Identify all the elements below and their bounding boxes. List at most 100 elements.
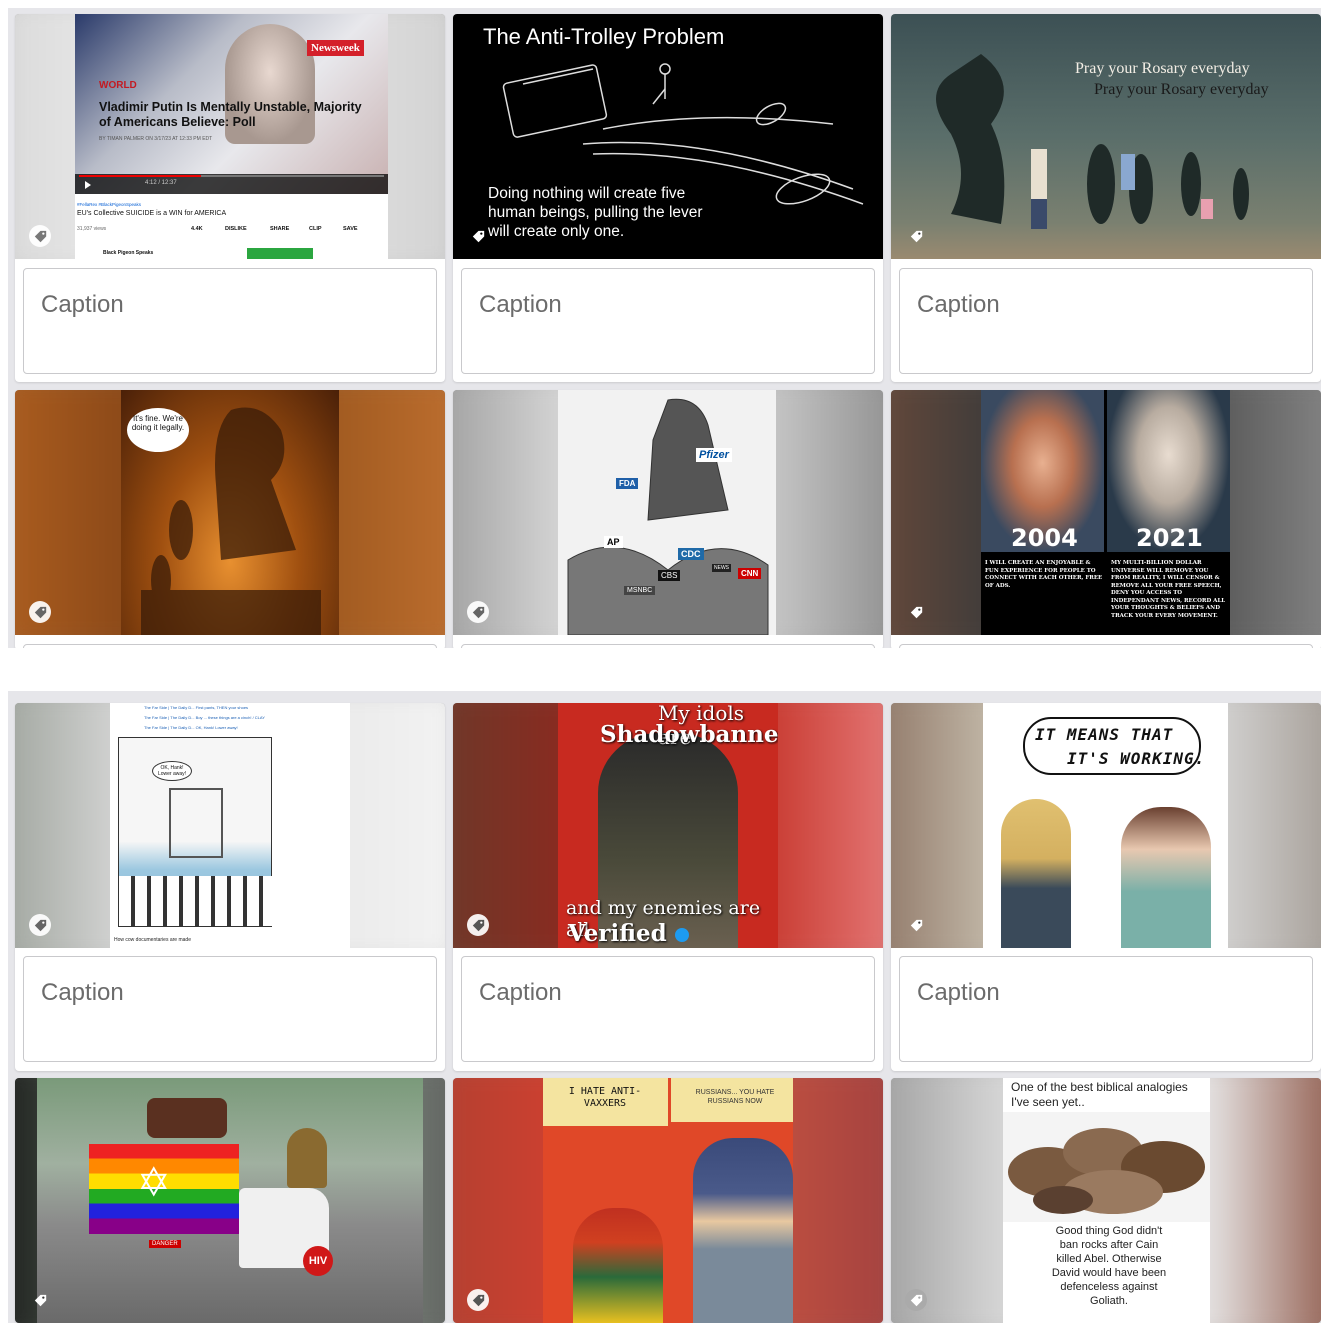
meme-image[interactable]: The Anti-Trolley Problem Doing nothing w… [453,14,883,259]
caption-input[interactable]: Caption [23,956,437,1062]
label-ap: AP [604,536,623,548]
meme-image[interactable]: ✡ HIV DANGER [15,1078,445,1323]
shadow-figures [936,54,1249,229]
danger-sign: DANGER [149,1240,181,1248]
meme-title: The Anti-Trolley Problem [483,24,725,49]
tag-icon[interactable] [467,601,489,623]
caption-input[interactable]: Caption [899,268,1313,374]
verified-check-icon [674,928,689,942]
cyborg-woman [1121,807,1211,948]
bubble-line-2: IT'S WORKING. [1067,749,1206,768]
batman-figure [693,1138,793,1323]
newsweek-logo: Newsweek [307,40,364,56]
tag-icon[interactable] [905,914,927,936]
star-of-david-icon: ✡ [137,1161,171,1205]
cartoon-panel [118,737,273,927]
year-2004: 2004 [1011,524,1078,552]
caption-input[interactable]: Caption [461,956,875,1062]
tag-icon[interactable] [29,914,51,936]
caption-input[interactable]: Caption [899,956,1313,1062]
gallery-grid-top: Newsweek WORLD Vladimir Putin Is Mentall… [8,8,1321,648]
play-icon[interactable] [85,181,91,189]
video-title: EU's Collective SUICIDE is a WIN for AME… [77,210,227,217]
bubble-right-text: RUSSIANS... YOU HATE RUSSIANS NOW [695,1089,775,1105]
caption-input[interactable] [23,644,437,648]
tag-icon[interactable] [467,1289,489,1311]
tag-icon[interactable] [467,225,489,247]
speech-bubble-text: It's fine. We're doing it legally. [131,414,185,432]
meme-image[interactable]: It's fine. We're doing it legally. [15,390,445,635]
meme-card[interactable]: My idols are Shadowbanned and my enemies… [453,703,883,1071]
label-cdc: CDC [678,548,704,560]
top-text: One of the best biblical analogies I've … [1011,1080,1188,1109]
label-news: NEWS [712,564,731,572]
caption-input[interactable] [461,644,875,648]
cartoon-caption: How cow documentaries are made [114,937,191,943]
meme-image[interactable]: One of the best biblical analogies I've … [891,1078,1321,1323]
meme-image[interactable]: 2004 2021 I WILL CREATE AN ENJOYABLE & F… [891,390,1321,635]
byline: BY TIMAN PALMER ON 3/17/23 AT 12:33 PM E… [99,136,213,142]
meme-image[interactable]: The Far Side | The Daily D... First pant… [15,703,445,948]
rocks-photo [1003,1112,1210,1222]
caption-placeholder: Caption [41,979,124,1006]
caption-placeholder: Caption [479,291,562,318]
dislike-button[interactable]: DISLIKE [225,226,247,232]
clip-button[interactable]: CLIP [309,226,322,232]
save-button[interactable]: SAVE [343,226,358,232]
section-label: WORLD [99,80,137,91]
bubble-line-1: IT MEANS THAT [1035,725,1174,744]
meme-card[interactable]: The Anti-Trolley Problem Doing nothing w… [453,14,883,382]
meme-body: Doing nothing will create five human bei… [488,185,703,240]
meme-image[interactable]: IT MEANS THAT IT'S WORKING. [891,703,1321,948]
meme-bottom-2: Verified [568,920,689,947]
caption-input[interactable]: Caption [461,268,875,374]
meme-card[interactable]: ✡ HIV DANGER [15,1078,445,1323]
label-fda: FDA [616,478,639,489]
subscribe-button[interactable] [247,248,313,259]
meme-card[interactable]: Pfizer FDA AP CDC CBS MSNBC CNN NEWS [453,390,883,648]
meme-card[interactable]: One of the best biblical analogies I've … [891,1078,1321,1323]
tag-icon[interactable] [29,601,51,623]
meme-card[interactable]: Newsweek WORLD Vladimir Putin Is Mentall… [15,14,445,382]
text-2004: I WILL CREATE AN ENJOYABLE & FUN EXPERIE… [985,560,1103,589]
tag-icon[interactable] [905,601,927,623]
meme-card[interactable]: IT MEANS THAT IT'S WORKING. Caption [891,703,1321,1071]
tab-row[interactable]: The Far Side | The Daily D... OK, Hank! … [144,725,238,730]
baphomet-statue [287,1128,327,1188]
meme-image[interactable]: Pray your Rosary everyday Pray your Rosa… [891,14,1321,259]
hashtags: #FellaRex #BlackPigeonSpeaks [77,202,142,207]
tab-row[interactable]: The Far Side | The Daily D... Boy ... th… [144,715,265,720]
bottom-text: Good thing God didn't ban rocks after Ca… [1051,1225,1167,1307]
headline: Vladimir Putin Is Mentally Unstable, Maj… [99,100,362,129]
tag-icon[interactable] [29,225,51,247]
tag-icon[interactable] [29,1289,51,1311]
caption-input[interactable] [899,644,1313,648]
tab-row[interactable]: The Far Side | The Daily D... First pant… [144,705,248,710]
meme-image[interactable]: Pfizer FDA AP CDC CBS MSNBC CNN NEWS [453,390,883,635]
meme-card[interactable]: The Far Side | The Daily D... First pant… [15,703,445,1071]
verified-word: Verified [568,920,667,947]
tag-icon[interactable] [905,1289,927,1311]
pfizer-drawing [567,398,769,635]
views: 31,937 views [77,226,107,232]
bubble-left-text: I HATE ANTI- VAXXERS [568,1086,642,1109]
tag-icon[interactable] [905,225,927,247]
caption-placeholder: Caption [41,291,124,318]
meme-card[interactable]: Pray your Rosary everyday Pray your Rosa… [891,14,1321,382]
meme-image[interactable]: My idols are Shadowbanned and my enemies… [453,703,883,948]
like-count[interactable]: 4.4K [191,226,203,232]
meme-image[interactable]: I HATE ANTI- VAXXERS RUSSIANS... YOU HAT… [453,1078,883,1323]
tag-icon[interactable] [467,914,489,936]
meme-image[interactable]: Newsweek WORLD Vladimir Putin Is Mentall… [15,14,445,259]
year-2021: 2021 [1136,524,1203,552]
meme-card[interactable]: I HATE ANTI- VAXXERS RUSSIANS... YOU HAT… [453,1078,883,1323]
meme-line-2: Pray your Rosary everyday [1094,81,1269,98]
video-progress[interactable]: 4:12 / 12:37 [75,174,388,194]
share-button[interactable]: SHARE [270,226,289,232]
meme-card[interactable]: It's fine. We're doing it legally. [15,390,445,648]
caption-input[interactable]: Caption [23,268,437,374]
hiv-sign: HIV [303,1246,333,1276]
text-2021: MY MULTI-BILLION DOLLAR UNIVERSE WILL RE… [1111,560,1226,619]
video-time: 4:12 / 12:37 [145,180,177,186]
meme-card[interactable]: 2004 2021 I WILL CREATE AN ENJOYABLE & F… [891,390,1321,648]
